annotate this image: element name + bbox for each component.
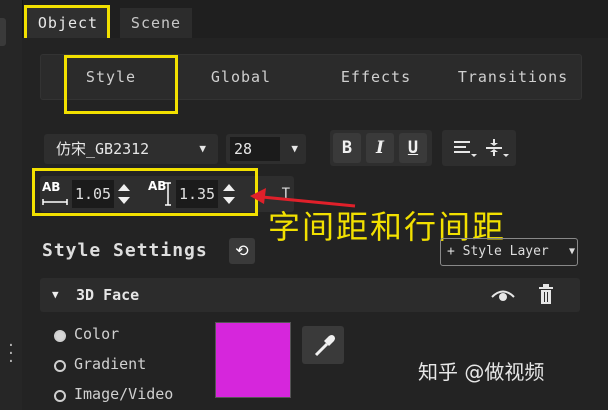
radio-selected-icon[interactable] bbox=[54, 330, 66, 342]
reset-style-button[interactable]: ⟲ bbox=[229, 238, 255, 264]
highlight-box-object-tab bbox=[24, 5, 110, 41]
watermark: 知乎 @做视频 bbox=[418, 360, 545, 384]
fill-option-image-video[interactable]: Image/Video bbox=[54, 383, 173, 405]
face-3d-title: 3D Face bbox=[76, 286, 140, 304]
align-group bbox=[442, 130, 516, 166]
drag-handle-icon[interactable]: · · · bbox=[6, 339, 16, 369]
collapse-triangle-icon[interactable]: ▼ bbox=[52, 278, 59, 312]
chevron-down-icon: ▼ bbox=[566, 239, 575, 265]
fill-option-gradient[interactable]: Gradient bbox=[54, 353, 146, 375]
chevron-down-icon: ▼ bbox=[291, 142, 298, 155]
face-3d-row[interactable]: ▼ 3D Face bbox=[40, 278, 580, 312]
sidebar-collapse-handle[interactable] bbox=[0, 18, 6, 46]
left-sidebar: · · · bbox=[0, 0, 23, 410]
eyedropper-icon bbox=[314, 335, 335, 357]
reset-icon: ⟲ bbox=[235, 241, 249, 260]
trash-icon[interactable] bbox=[538, 284, 554, 306]
font-size-dropdown[interactable]: 28 ▼ bbox=[226, 134, 306, 164]
italic-button[interactable]: I bbox=[366, 133, 394, 163]
vertical-align-icon[interactable] bbox=[486, 139, 509, 157]
fill-option-color[interactable]: Color bbox=[54, 323, 119, 345]
highlight-box-style-tab bbox=[64, 55, 178, 114]
color-swatch[interactable] bbox=[215, 322, 291, 398]
underline-button[interactable]: U bbox=[399, 133, 427, 163]
add-style-layer-label: + Style Layer bbox=[447, 244, 549, 259]
bold-button[interactable]: B bbox=[333, 133, 361, 163]
fill-option-color-label: Color bbox=[74, 325, 120, 343]
align-left-icon[interactable] bbox=[454, 141, 477, 157]
eyedropper-button[interactable] bbox=[302, 326, 344, 364]
radio-unselected-icon[interactable] bbox=[54, 390, 66, 402]
tab-effects[interactable]: Effects bbox=[331, 55, 421, 99]
add-style-layer-button[interactable]: + Style Layer ▼ bbox=[440, 238, 578, 266]
tab-transitions[interactable]: Transitions bbox=[453, 55, 573, 99]
radio-unselected-icon[interactable] bbox=[54, 360, 66, 372]
tab-scene[interactable]: Scene bbox=[120, 8, 192, 38]
fill-option-gradient-label: Gradient bbox=[74, 355, 147, 373]
font-family-value: 仿宋_GB2312 bbox=[56, 140, 150, 158]
style-settings-title: Style Settings bbox=[42, 240, 208, 261]
tab-global[interactable]: Global bbox=[201, 55, 281, 99]
chevron-down-icon: ▼ bbox=[199, 142, 206, 155]
font-size-value: 28 bbox=[230, 137, 280, 161]
highlight-box-spacing bbox=[32, 168, 258, 216]
fill-option-image-video-label: Image/Video bbox=[74, 385, 174, 403]
eye-icon[interactable] bbox=[490, 287, 516, 303]
font-family-dropdown[interactable]: 仿宋_GB2312 ▼ bbox=[44, 134, 218, 164]
